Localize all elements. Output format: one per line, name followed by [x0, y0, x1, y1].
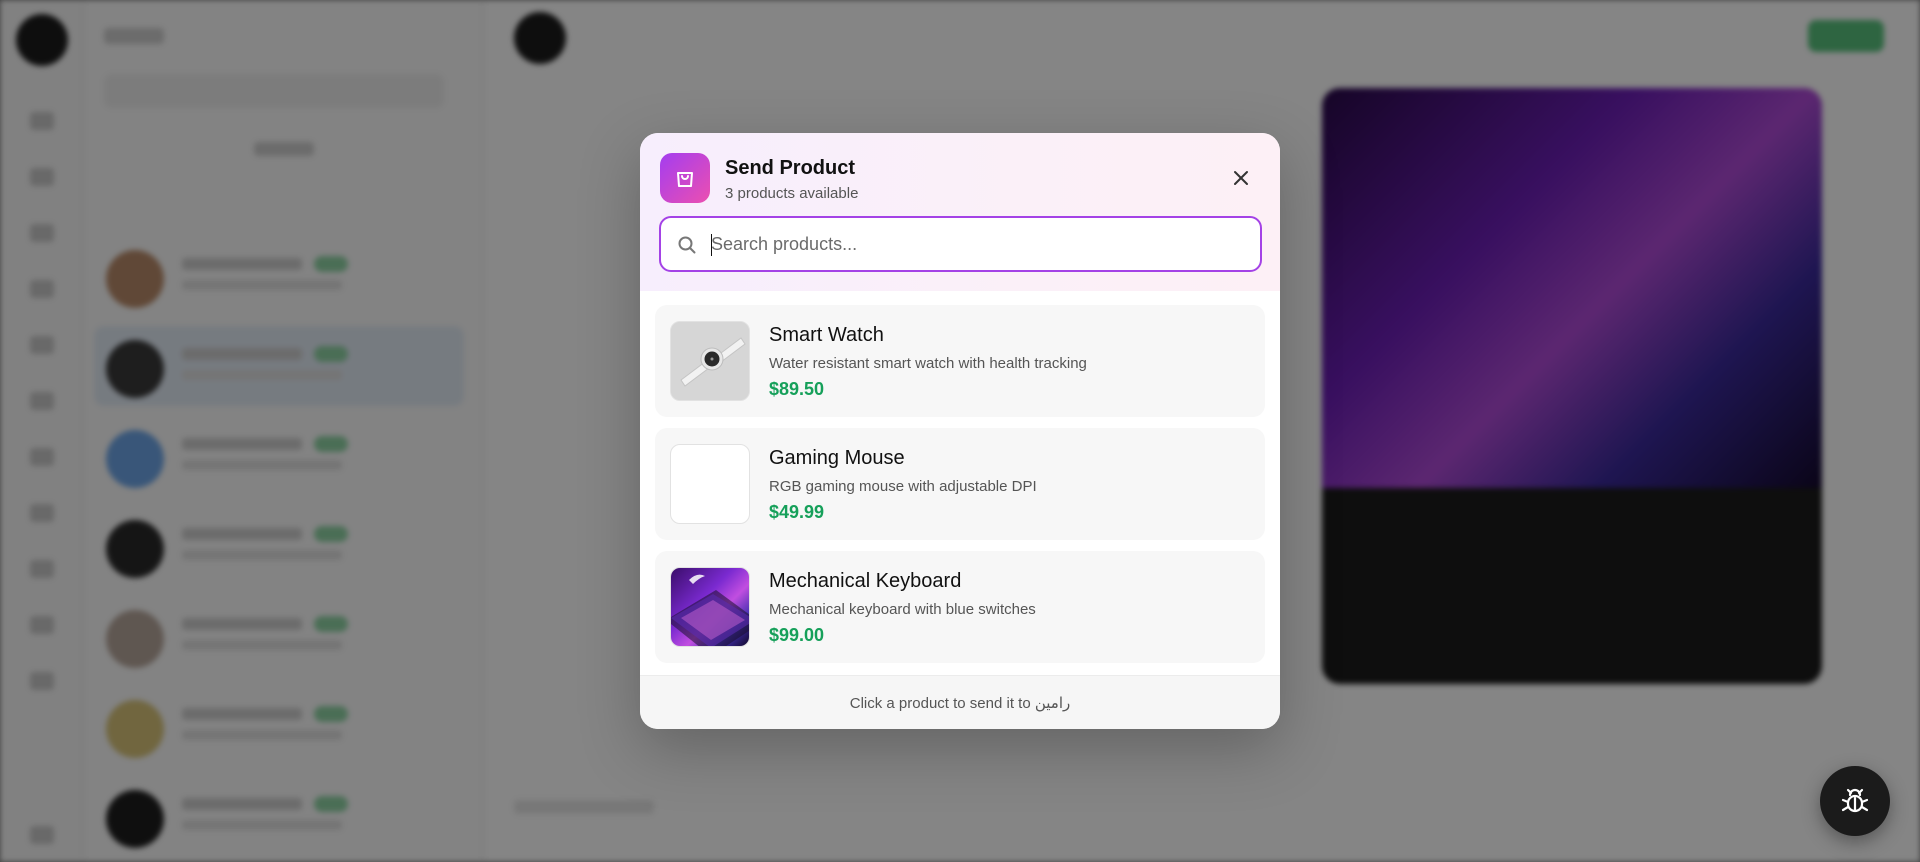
product-description: Mechanical keyboard with blue switches [769, 601, 1036, 618]
modal-header: Send Product 3 products available [640, 133, 1280, 291]
product-item-gaming-mouse[interactable]: Gaming Mouse RGB gaming mouse with adjus… [655, 428, 1265, 540]
search-icon [678, 236, 696, 254]
product-item-smart-watch[interactable]: Smart Watch Water resistant smart watch … [655, 305, 1265, 417]
shopping-bag-icon [660, 153, 710, 203]
search-input[interactable] [711, 230, 1241, 258]
product-description: Water resistant smart watch with health … [769, 355, 1087, 372]
close-button[interactable] [1226, 163, 1256, 193]
product-name: Smart Watch [769, 324, 884, 346]
text-caret [711, 234, 712, 256]
product-search-field[interactable] [659, 216, 1262, 272]
product-price: $99.00 [769, 625, 825, 645]
keyboard-image [670, 567, 750, 647]
debug-button[interactable] [1820, 766, 1890, 836]
blank-image [670, 444, 750, 524]
bug-icon [1841, 788, 1869, 813]
smart-watch-image [670, 321, 750, 401]
product-description: RGB gaming mouse with adjustable DPI [769, 478, 1037, 495]
product-name: Gaming Mouse [769, 447, 905, 469]
modal-subtitle: 3 products available [725, 185, 859, 202]
product-price: $89.50 [769, 379, 825, 399]
modal-footer-hint: Click a product to send it to رامین [640, 675, 1280, 729]
modal-title: Send Product [725, 157, 856, 179]
send-product-modal: Send Product 3 products available Search… [640, 133, 1280, 729]
product-price: $49.99 [769, 502, 825, 522]
close-icon [1234, 171, 1248, 185]
product-item-mechanical-keyboard[interactable]: Mechanical Keyboard Mechanical keyboard … [655, 551, 1265, 663]
product-name: Mechanical Keyboard [769, 570, 962, 592]
product-list: Smart Watch Water resistant smart watch … [640, 291, 1280, 675]
